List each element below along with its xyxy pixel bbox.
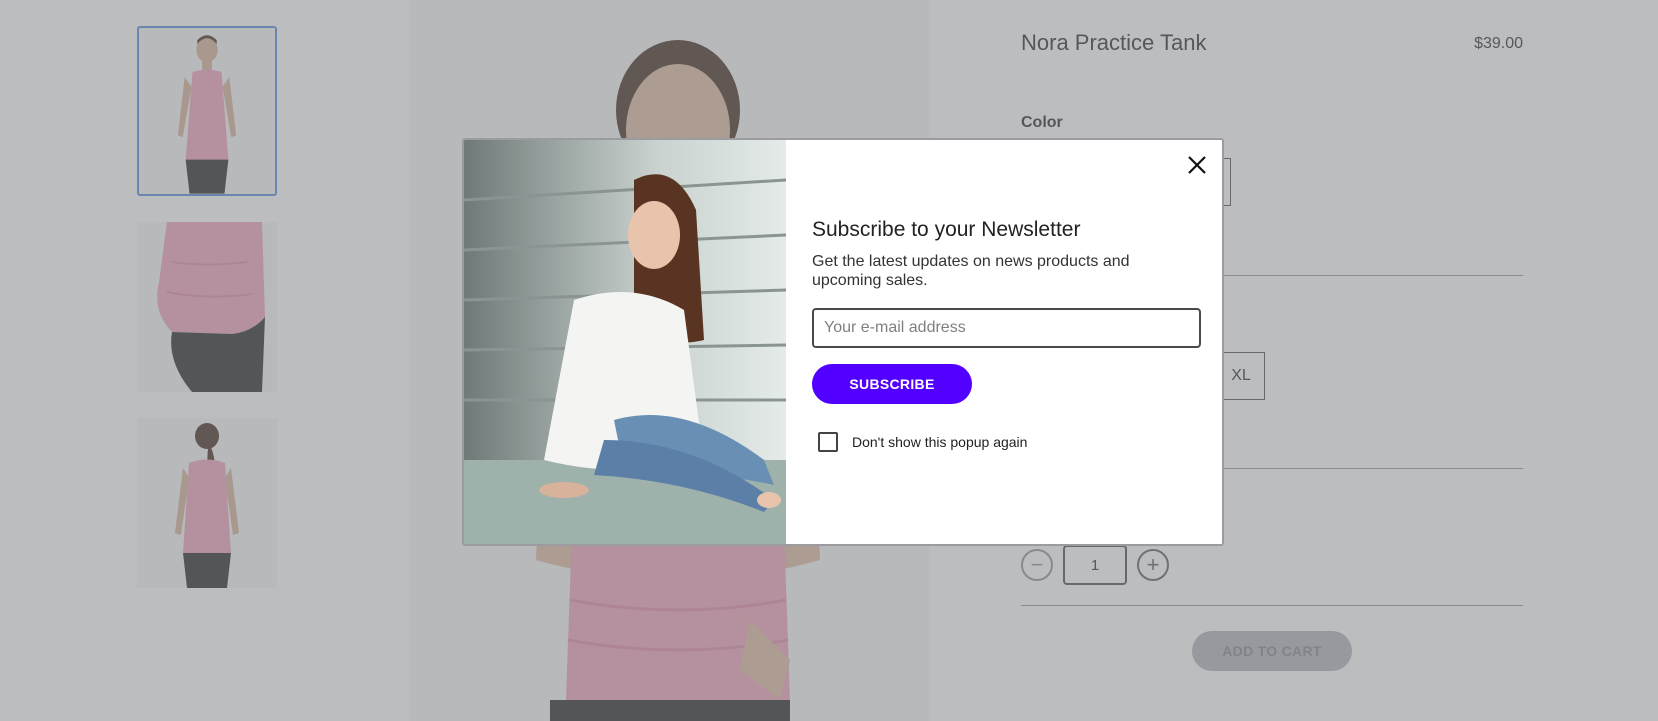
dont-show-again-row: Don't show this popup again [818, 432, 1202, 452]
dont-show-again-label[interactable]: Don't show this popup again [852, 434, 1027, 450]
popup-photo [464, 140, 786, 544]
subscribe-button[interactable]: SUBSCRIBE [812, 364, 972, 404]
close-popup-button[interactable] [1184, 152, 1210, 178]
popup-image [464, 140, 786, 544]
popup-description: Get the latest updates on news products … [812, 253, 1130, 289]
newsletter-popup: Subscribe to your Newsletter Get the lat… [462, 138, 1224, 546]
dont-show-again-checkbox[interactable] [818, 432, 838, 452]
popup-content: Subscribe to your Newsletter Get the lat… [812, 218, 1202, 452]
close-icon [1188, 156, 1206, 174]
popup-title: Subscribe to your Newsletter [812, 218, 1081, 241]
email-input[interactable] [812, 308, 1201, 348]
